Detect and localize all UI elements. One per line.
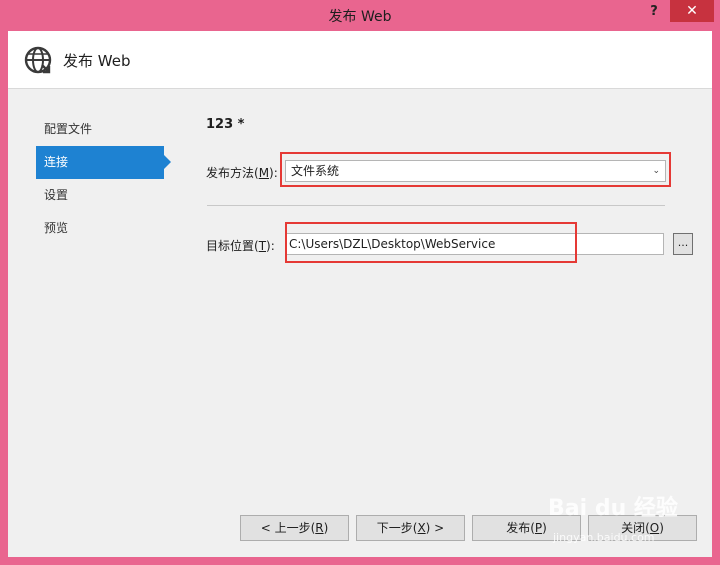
publish-method-label: 发布方法(M): [206,166,278,180]
globe-icon [24,46,52,74]
wizard-steps: 配置文件 连接 设置 预览 [36,113,171,245]
watermark-url: jingyan.baidu.com [553,531,655,544]
browse-button[interactable]: ... [673,233,693,255]
divider [207,205,665,206]
nav-item-connection[interactable]: 连接 [36,146,171,179]
publish-web-dialog: 发布 Web ? ✕ 发布 Web 配置文件 连接 设置 预览 123 * 发布… [0,0,720,565]
close-window-button[interactable]: ✕ [670,0,714,22]
previous-button[interactable]: < 上一步(R) [240,515,349,541]
help-button[interactable]: ? [640,0,668,22]
dialog-header: 发布 Web [8,31,712,89]
target-location-label: 目标位置(T): [206,239,275,253]
nav-item-profile[interactable]: 配置文件 [36,113,168,146]
watermark-logo: Bai du 经验 [548,496,678,521]
header-title: 发布 Web [63,52,131,70]
nav-item-preview[interactable]: 预览 [36,212,168,245]
nav-item-settings[interactable]: 设置 [36,179,168,212]
highlight-box-target [285,222,577,263]
profile-name: 123 * [206,117,245,132]
next-button[interactable]: 下一步(X) > [356,515,465,541]
title-bar[interactable]: 发布 Web ? ✕ [0,0,720,30]
window-title: 发布 Web [328,9,392,25]
dialog-body: 发布 Web 配置文件 连接 设置 预览 123 * 发布方法(M): 文件系统… [8,31,712,557]
highlight-box-method [280,152,671,187]
